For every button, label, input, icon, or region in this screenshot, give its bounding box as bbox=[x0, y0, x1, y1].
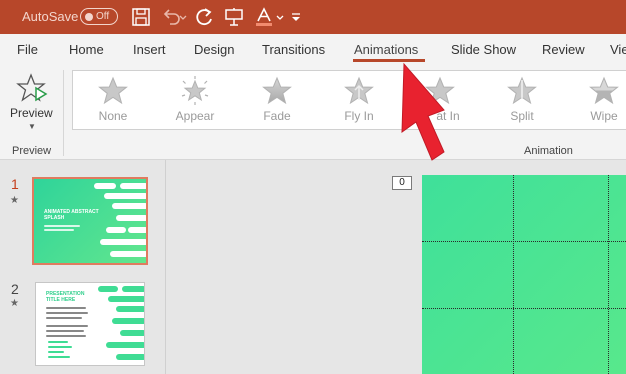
thumb-decor bbox=[108, 296, 144, 302]
animation-appear-label: Appear bbox=[175, 109, 215, 123]
ribbon-group-separator bbox=[63, 70, 64, 156]
thumb-bullet-line bbox=[48, 356, 70, 358]
animation-wipe[interactable]: Wipe bbox=[574, 76, 626, 126]
animation-fly-in-label: Fly In bbox=[344, 109, 374, 123]
star-fly-in-icon bbox=[344, 76, 374, 105]
thumb-decor bbox=[112, 318, 144, 324]
thumb-decor bbox=[122, 286, 144, 292]
placeholder-guide bbox=[422, 308, 626, 309]
animation-order-badge[interactable]: 0 bbox=[392, 176, 412, 190]
slide-thumbnail-2[interactable]: PRESENTATION TITLE HERE bbox=[35, 282, 145, 366]
thumb-text-line bbox=[44, 229, 74, 231]
thumb-decor bbox=[106, 227, 126, 233]
font-color-icon[interactable] bbox=[253, 6, 275, 28]
thumb-decor bbox=[128, 227, 146, 233]
tab-home[interactable]: Home bbox=[69, 42, 104, 57]
tab-design[interactable]: Design bbox=[194, 42, 234, 57]
preview-star-icon bbox=[16, 73, 48, 102]
annotation-arrow-icon bbox=[401, 62, 445, 161]
thumb-decor bbox=[100, 239, 146, 245]
preview-button-label: Preview bbox=[10, 106, 53, 120]
thumb-bullet-line bbox=[48, 341, 68, 343]
ribbon-tabs: File Home Insert Design Transitions Anim… bbox=[0, 34, 626, 64]
autosave-label: AutoSave bbox=[22, 9, 79, 24]
slide-number: 2 bbox=[11, 281, 19, 297]
thumb-text-line bbox=[46, 335, 86, 337]
star-fade-icon bbox=[262, 76, 292, 105]
thumb-decor bbox=[106, 342, 144, 348]
redo-icon[interactable] bbox=[193, 6, 215, 28]
title-bar: AutoSave Off bbox=[0, 0, 626, 34]
animation-wipe-label: Wipe bbox=[590, 109, 618, 123]
animation-fade[interactable]: Fade bbox=[247, 76, 307, 126]
thumb-text-line bbox=[46, 325, 88, 327]
animation-indicator-icon: ★ bbox=[10, 298, 19, 309]
thumb-decor bbox=[116, 354, 144, 360]
thumb-decor bbox=[110, 251, 146, 257]
customize-dropdown-icon[interactable] bbox=[290, 6, 302, 28]
toggle-knob bbox=[85, 12, 93, 21]
slide-number: 1 bbox=[11, 176, 19, 192]
preview-dropdown-icon[interactable]: ▼ bbox=[28, 122, 36, 131]
main-slide[interactable] bbox=[422, 175, 626, 374]
tab-animations[interactable]: Animations bbox=[354, 42, 418, 57]
thumb-text-line bbox=[46, 307, 86, 309]
autosave-state: Off bbox=[96, 11, 110, 22]
star-wipe-icon bbox=[589, 76, 619, 105]
star-appear-icon bbox=[181, 76, 209, 105]
thumb-text-line bbox=[46, 312, 88, 314]
thumb-title: ANIMATED ABSTRACT SPLASH bbox=[44, 209, 99, 221]
autosave-toggle[interactable]: Off bbox=[80, 8, 118, 25]
tab-review[interactable]: Review bbox=[542, 42, 585, 57]
thumb-decor bbox=[120, 183, 146, 189]
thumb-bullet-line bbox=[48, 351, 64, 353]
thumb-bullet-line bbox=[48, 346, 72, 348]
animation-fade-label: Fade bbox=[263, 109, 291, 123]
thumb-text-line bbox=[46, 330, 84, 332]
animation-split-label: Split bbox=[510, 109, 534, 123]
placeholder-guide bbox=[513, 175, 514, 374]
slide-thumbnail-1[interactable]: ANIMATED ABSTRACT SPLASH bbox=[32, 177, 148, 265]
animation-none[interactable]: None bbox=[83, 76, 143, 126]
animation-group-label: Animation bbox=[524, 145, 573, 157]
save-icon[interactable] bbox=[130, 6, 152, 28]
undo-dropdown-icon[interactable] bbox=[178, 6, 188, 28]
star-none-icon bbox=[98, 76, 128, 105]
animation-split[interactable]: Split bbox=[492, 76, 552, 126]
tab-insert[interactable]: Insert bbox=[133, 42, 166, 57]
tab-view[interactable]: Vie bbox=[610, 42, 626, 57]
animation-none-label: None bbox=[98, 109, 128, 123]
thumb-decor bbox=[116, 306, 144, 312]
thumb-decor bbox=[104, 193, 146, 199]
star-split-icon bbox=[507, 76, 537, 105]
animation-appear[interactable]: Appear bbox=[165, 76, 225, 126]
tab-file[interactable]: File bbox=[17, 42, 38, 57]
animation-fly-in[interactable]: Fly In bbox=[329, 76, 389, 126]
thumb-title: PRESENTATION TITLE HERE bbox=[46, 291, 85, 303]
present-icon[interactable] bbox=[223, 6, 245, 28]
font-color-dropdown-icon[interactable] bbox=[275, 6, 285, 28]
thumb-decor bbox=[112, 203, 146, 209]
thumb-decor bbox=[120, 330, 144, 336]
placeholder-guide bbox=[422, 241, 626, 242]
preview-group-label: Preview bbox=[12, 145, 52, 157]
thumb-decor bbox=[98, 286, 118, 292]
placeholder-guide bbox=[608, 175, 609, 374]
tab-transitions[interactable]: Transitions bbox=[262, 42, 325, 57]
thumb-decor bbox=[116, 215, 146, 221]
thumb-text-line bbox=[46, 317, 82, 319]
thumb-decor bbox=[94, 183, 116, 189]
thumb-text-line bbox=[44, 225, 80, 227]
tab-slide-show[interactable]: Slide Show bbox=[451, 42, 516, 57]
animation-indicator-icon: ★ bbox=[10, 195, 19, 206]
